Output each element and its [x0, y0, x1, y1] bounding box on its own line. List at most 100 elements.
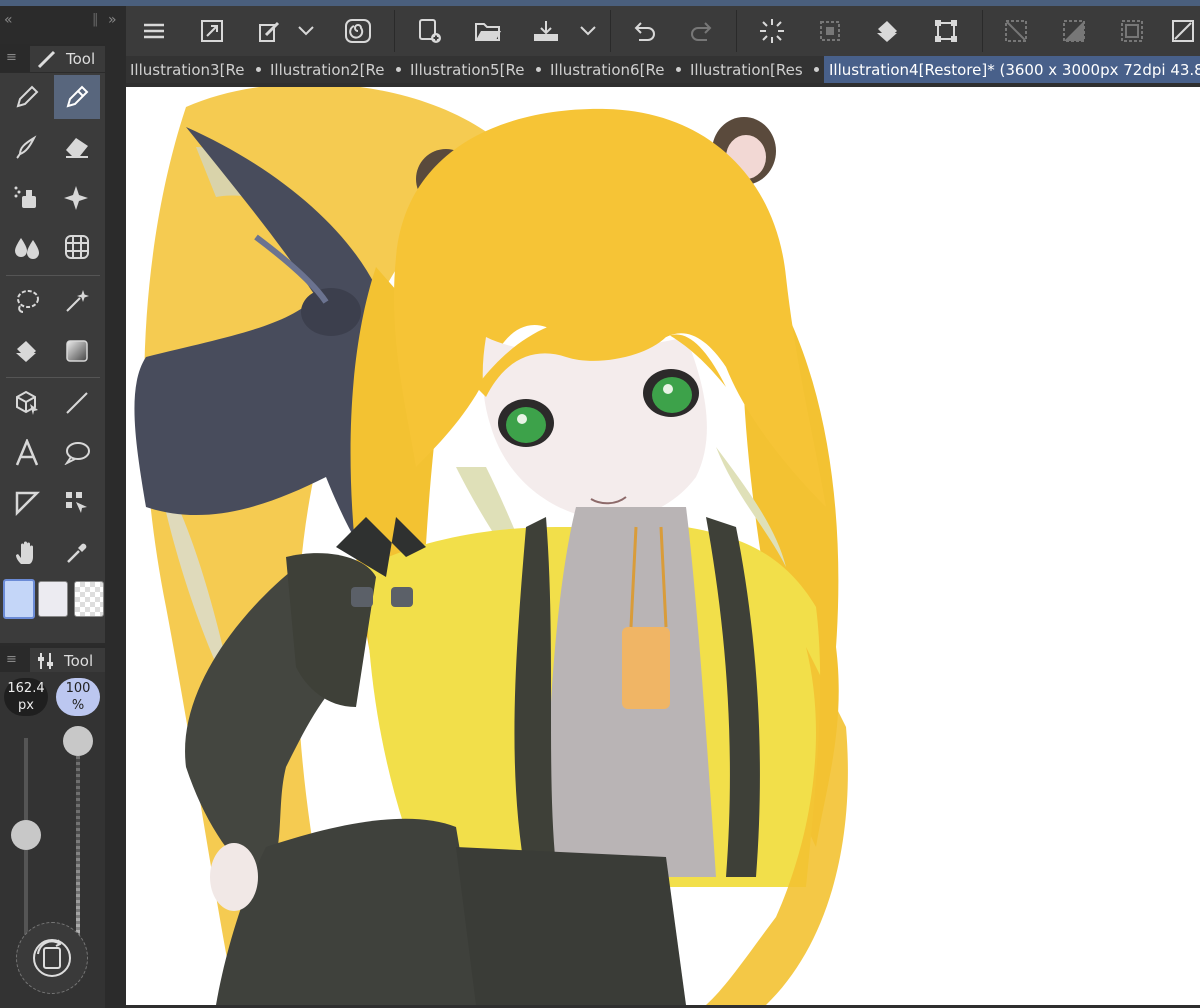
- brush-size-value: 162.4: [7, 681, 45, 696]
- tool-panel-tab[interactable]: Tool: [30, 46, 105, 72]
- document-tabs: Illustration3[Re Illustration2[Re Illust…: [126, 56, 1200, 83]
- tab-illustration4[interactable]: Illustration4[Restore]* (3600 x 3000px 7…: [824, 56, 1200, 83]
- magic-wand-icon[interactable]: [54, 279, 100, 323]
- select-all-icon[interactable]: [1112, 12, 1152, 50]
- opacity-track-pattern: [76, 738, 80, 938]
- grip-icon[interactable]: ‖: [92, 12, 99, 27]
- tab-illustration3[interactable]: Illustration3[Re: [126, 56, 268, 83]
- blend-icon[interactable]: [4, 225, 50, 269]
- eye-left-shine: [517, 414, 527, 424]
- eyedropper-icon[interactable]: [54, 531, 100, 575]
- unsaved-dot-icon: [396, 67, 401, 72]
- decoration-icon[interactable]: [54, 175, 100, 219]
- deselect-icon[interactable]: [996, 12, 1036, 50]
- eyedropper-icon[interactable]: [250, 12, 290, 50]
- fill-icon[interactable]: [4, 329, 50, 373]
- balloon-icon[interactable]: [54, 431, 100, 475]
- line-icon[interactable]: [54, 381, 100, 425]
- tab-illustration[interactable]: Illustration[Res: [686, 56, 826, 83]
- mesh-transform-icon[interactable]: [54, 225, 100, 269]
- tab-label: Illustration[Res: [690, 60, 802, 79]
- rotate-icon: [33, 939, 71, 977]
- fill-icon[interactable]: [868, 12, 908, 50]
- clear-icon[interactable]: [1166, 12, 1200, 50]
- text-icon[interactable]: [4, 431, 50, 475]
- artwork-illustration: [134, 87, 848, 1005]
- operation-icon[interactable]: [54, 481, 100, 525]
- arm-badge: [351, 587, 373, 607]
- tab-label: Illustration3[Re: [130, 60, 244, 79]
- transform-icon[interactable]: [926, 12, 966, 50]
- unsaved-dot-icon: [256, 67, 261, 72]
- command-bar: [126, 6, 1200, 57]
- redo-icon[interactable]: [682, 12, 722, 50]
- ribbon-knot: [301, 288, 361, 336]
- dock-header: « ‖ »: [0, 6, 117, 42]
- resize-icon[interactable]: [192, 12, 232, 50]
- open-folder-icon[interactable]: [468, 12, 508, 50]
- brush-opacity-knob[interactable]: [63, 726, 93, 756]
- invert-selection-icon[interactable]: [1054, 12, 1094, 50]
- 3d-object-icon[interactable]: [4, 381, 50, 425]
- brush-size-knob[interactable]: [11, 819, 41, 850]
- tool-property-title: Tool: [64, 652, 94, 670]
- tab-illustration5[interactable]: Illustration5[Re: [406, 56, 548, 83]
- chevron-down-icon[interactable]: [576, 12, 600, 50]
- arm-badge: [391, 587, 413, 607]
- shorts-front: [456, 847, 686, 1005]
- menu-icon[interactable]: [134, 12, 174, 50]
- tool-divider: [6, 275, 100, 276]
- tool-grid: [0, 73, 105, 643]
- gradient-icon[interactable]: [54, 329, 100, 373]
- toolbar-divider: [982, 10, 983, 52]
- tab-label: Illustration2[Re: [270, 60, 384, 79]
- undo-icon[interactable]: [624, 12, 664, 50]
- spiral-icon[interactable]: [338, 12, 378, 50]
- rotate-toggle-button[interactable]: [16, 922, 88, 994]
- pen-icon[interactable]: [4, 75, 50, 119]
- expand-right-icon[interactable]: »: [108, 12, 117, 28]
- tab-illustration2[interactable]: Illustration2[Re: [266, 56, 408, 83]
- hand-icon[interactable]: [4, 531, 50, 575]
- tab-illustration6[interactable]: Illustration6[Re: [546, 56, 688, 83]
- tool-property-tab[interactable]: Tool: [30, 648, 105, 674]
- hand: [210, 843, 258, 911]
- panel-menu-icon[interactable]: ≡: [6, 652, 17, 667]
- transparent-color-swatch[interactable]: [74, 581, 104, 617]
- toolbar-divider: [394, 10, 395, 52]
- sliders-icon: [38, 653, 53, 669]
- select-layer-icon[interactable]: [810, 12, 850, 50]
- brush-size-readout[interactable]: 162.4 px: [4, 678, 48, 716]
- tab-label: Illustration6[Re: [550, 60, 664, 79]
- tool-panel-header: ≡ Tool: [0, 44, 105, 72]
- unsaved-dot-icon: [676, 67, 681, 72]
- collapse-left-icon[interactable]: «: [4, 12, 13, 28]
- frame-border-icon[interactable]: [4, 481, 50, 525]
- brush-size-panel: 162.4 px 100 %: [0, 672, 105, 1008]
- canvas-area[interactable]: [126, 83, 1200, 1008]
- brush-opacity-readout[interactable]: 100 %: [56, 678, 100, 716]
- toolbar-divider: [610, 10, 611, 52]
- tool-property-header: ≡ Tool: [0, 646, 105, 674]
- tool-panel-title: Tool: [66, 50, 96, 68]
- main-color-swatch[interactable]: [3, 579, 35, 619]
- sub-color-swatch[interactable]: [38, 581, 68, 617]
- tab-label: Illustration4[Restore]* (3600 x 3000px 7…: [829, 60, 1200, 79]
- panel-menu-icon[interactable]: ≡: [6, 50, 17, 65]
- chevron-down-icon[interactable]: [294, 12, 318, 50]
- airbrush-icon[interactable]: [4, 175, 50, 219]
- pencil-icon[interactable]: [54, 75, 100, 119]
- eye-right-shine: [663, 384, 673, 394]
- pendant: [622, 627, 670, 709]
- tool-divider: [6, 377, 100, 378]
- loading-icon[interactable]: [752, 12, 792, 50]
- save-icon[interactable]: [526, 12, 566, 50]
- new-file-icon[interactable]: [410, 12, 450, 50]
- tab-label: Illustration5[Re: [410, 60, 524, 79]
- lasso-icon[interactable]: [4, 279, 50, 323]
- eraser-icon[interactable]: [54, 125, 100, 169]
- brush-icon[interactable]: [4, 125, 50, 169]
- brush-tab-icon: [37, 50, 56, 69]
- brush-opacity-value: 100: [65, 681, 91, 696]
- drawing-canvas[interactable]: [126, 87, 1200, 1005]
